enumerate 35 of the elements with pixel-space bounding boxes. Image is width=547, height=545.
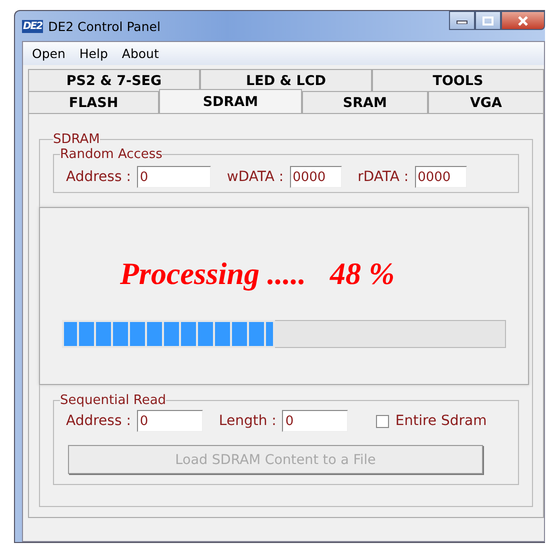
close-button[interactable] xyxy=(501,11,545,30)
group-title: SDRAM xyxy=(53,132,100,147)
app-icon: DE2 xyxy=(22,20,44,32)
maximize-icon xyxy=(482,16,494,26)
tab[interactable]: FLASH xyxy=(28,91,159,113)
group-title: Sequential Read xyxy=(60,393,166,408)
progress-percent: 48 % xyxy=(330,256,395,292)
input-field[interactable]: 0 xyxy=(136,166,211,188)
input-field[interactable]: 0 xyxy=(136,410,203,432)
input-field[interactable]: 0000 xyxy=(290,166,342,188)
tab[interactable]: TOOLS xyxy=(372,69,544,91)
group-title: Random Access xyxy=(60,147,162,162)
menu-item[interactable]: Open xyxy=(32,46,66,61)
menu-item[interactable]: About xyxy=(122,46,159,61)
field-label: Length : xyxy=(218,413,276,429)
checkbox-label: Entire Sdram xyxy=(395,413,487,429)
tab[interactable]: SRAM xyxy=(302,91,428,113)
input-field[interactable]: 0 xyxy=(282,410,348,432)
tab[interactable]: LED & LCD xyxy=(200,69,372,91)
tab[interactable]: VGA xyxy=(428,91,544,113)
minimize-button[interactable] xyxy=(449,11,475,30)
field-label: rDATA : xyxy=(358,169,409,185)
minimize-icon xyxy=(456,18,468,24)
maximize-button[interactable] xyxy=(475,11,501,30)
close-icon xyxy=(517,16,529,26)
window-title: DE2 Control Panel xyxy=(48,18,160,34)
checkbox[interactable] xyxy=(376,414,390,428)
tab[interactable]: PS2 & 7-SEG xyxy=(28,69,200,91)
input-field[interactable]: 0000 xyxy=(414,166,467,188)
field-label: wDATA : xyxy=(226,169,284,185)
tab[interactable]: SDRAM xyxy=(158,89,302,113)
field-label: Address : xyxy=(66,413,131,429)
menu-item[interactable]: Help xyxy=(79,46,108,61)
progress-message: Processing ..... xyxy=(120,256,306,292)
field-label: Address : xyxy=(66,169,131,185)
